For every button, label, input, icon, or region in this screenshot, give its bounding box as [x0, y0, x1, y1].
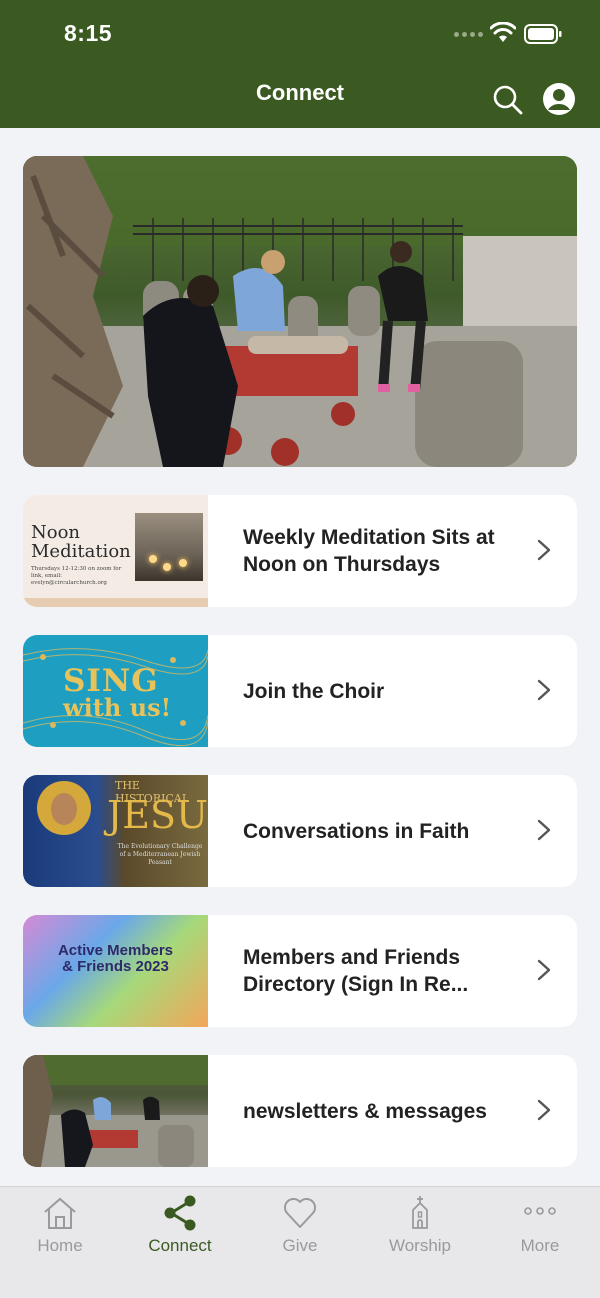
thumbnail-conversations: THE HISTORICAL JESUS The Evolutionary Ch…: [23, 775, 208, 887]
thumbnail-meditation: Noon Meditation Thursdays 12-12:30 on zo…: [23, 495, 208, 607]
share-icon: [164, 1195, 196, 1231]
signal-icon: [454, 32, 483, 37]
tab-worship-label: Worship: [388, 1236, 452, 1255]
thumb-subtitle: The Evolutionary Challenge of a Mediterr…: [117, 843, 203, 866]
item-label: Join the Choir: [243, 679, 385, 703]
chevron-right-icon: [537, 679, 551, 701]
tab-connect-label: Connect: [148, 1236, 212, 1255]
tab-worship[interactable]: Worship: [360, 1187, 480, 1298]
tab-home-label: Home: [37, 1236, 83, 1255]
list-item-meditation[interactable]: Noon Meditation Thursdays 12-12:30 on zo…: [23, 495, 577, 607]
item-label: Weekly Meditation Sits at Noon on Thursd…: [243, 526, 495, 576]
chevron-right-icon: [537, 1099, 551, 1121]
item-label: Conversations in Faith: [243, 819, 470, 843]
hero-image[interactable]: [23, 156, 577, 467]
chevron-right-icon: [537, 539, 551, 561]
tab-more-label: More: [520, 1236, 560, 1255]
hero-photo: [23, 156, 577, 467]
heart-icon: [284, 1198, 316, 1228]
candles-photo: [135, 513, 203, 581]
thumb-title: JESUS: [107, 793, 208, 837]
cemetery-photo: [23, 1055, 208, 1167]
battery-icon: [524, 24, 562, 44]
wifi-icon: [490, 22, 516, 42]
list-item-choir[interactable]: SING with us! Join the Choir: [23, 635, 577, 747]
chevron-right-icon: [537, 959, 551, 981]
thumb-title: Active Members & Friends 2023: [57, 942, 174, 975]
search-icon[interactable]: [492, 84, 524, 116]
top-bar: 8:15 Connect: [0, 0, 600, 128]
list-item-conversations[interactable]: THE HISTORICAL JESUS The Evolutionary Ch…: [23, 775, 577, 887]
status-time: 8:15: [64, 20, 113, 46]
thumbnail-newsletters: [23, 1055, 208, 1167]
home-icon: [44, 1197, 76, 1229]
tab-home[interactable]: Home: [0, 1187, 120, 1298]
thumb-subtitle: Thursdays 12-12:30 on zoom for link, ema…: [31, 566, 122, 586]
tab-more[interactable]: More: [480, 1187, 600, 1298]
thumbnail-directory: Active Members & Friends 2023: [23, 915, 208, 1027]
item-label: newsletters & messages: [243, 1099, 487, 1123]
list-item-directory[interactable]: Active Members & Friends 2023 Members an…: [23, 915, 577, 1027]
item-label: Members and Friends Directory (Sign In R…: [243, 946, 469, 996]
church-icon: [412, 1196, 428, 1229]
thumb-title: Noon Meditation: [31, 522, 131, 562]
tab-give[interactable]: Give: [240, 1187, 360, 1298]
tab-bar: Home Connect Give Worship More: [0, 1186, 600, 1298]
thumbnail-choir: SING with us!: [23, 635, 208, 747]
thumb-line2: with us!: [63, 693, 172, 722]
more-icon: [524, 1207, 556, 1215]
profile-icon[interactable]: [542, 82, 576, 116]
list-item-newsletters[interactable]: newsletters & messages: [23, 1055, 577, 1167]
tab-connect[interactable]: Connect: [120, 1187, 240, 1298]
tab-give-label: Give: [282, 1236, 318, 1255]
chevron-right-icon: [537, 819, 551, 841]
